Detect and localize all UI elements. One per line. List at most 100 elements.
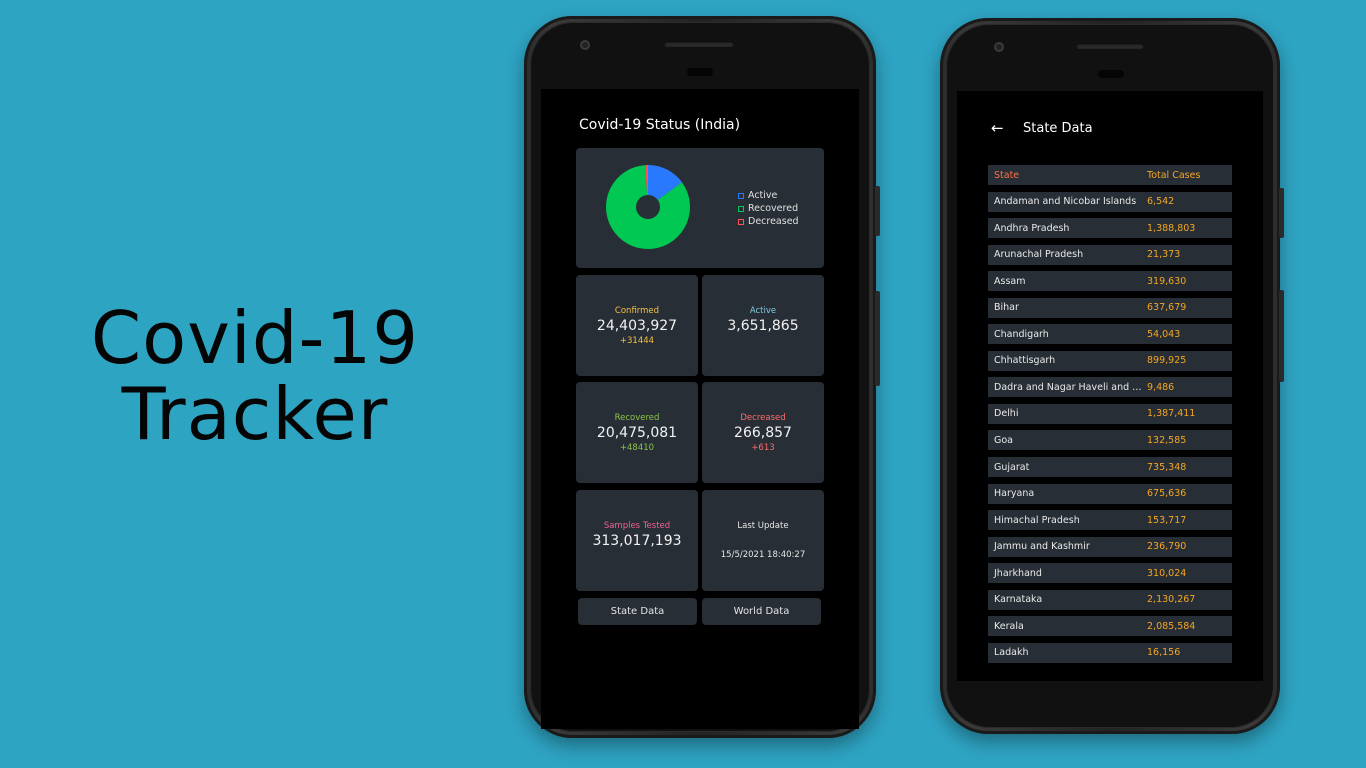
pie-chart-card: Active Recovered Decreased bbox=[576, 148, 824, 268]
table-row[interactable]: Arunachal Pradesh 21,373 bbox=[988, 244, 1232, 265]
total-cases-cell: 6,542 bbox=[1147, 196, 1175, 208]
last-update-value: 15/5/2021 18:40:27 bbox=[720, 550, 806, 560]
table-row[interactable]: Delhi 1,387,411 bbox=[988, 403, 1232, 424]
total-cases-cell: 153,717 bbox=[1147, 514, 1187, 526]
world-data-button[interactable]: World Data bbox=[702, 598, 821, 625]
state-name-cell: Jharkhand bbox=[994, 567, 1042, 579]
table-row[interactable]: Chandigarh 54,043 bbox=[988, 324, 1232, 345]
sensor-icon bbox=[1098, 70, 1124, 78]
total-cases-cell: 310,024 bbox=[1147, 567, 1187, 579]
active-value: 3,651,865 bbox=[727, 318, 799, 334]
front-camera-icon bbox=[580, 40, 590, 50]
main-screen: Covid-19 Status (India) Active Recovered… bbox=[541, 89, 859, 729]
total-cases-cell: 735,348 bbox=[1147, 461, 1187, 473]
total-cases-cell: 236,790 bbox=[1147, 541, 1187, 553]
table-row[interactable]: Haryana 675,636 bbox=[988, 483, 1232, 504]
legend-swatch-recovered bbox=[738, 205, 744, 212]
state-name-cell: Ladakh bbox=[994, 647, 1029, 659]
total-cases-cell: 1,388,803 bbox=[1147, 222, 1196, 234]
legend-label-active: Active bbox=[748, 190, 778, 201]
state-name-cell: Karnataka bbox=[994, 594, 1043, 606]
decreased-label: Decreased bbox=[740, 413, 786, 423]
samples-label: Samples Tested bbox=[603, 521, 671, 531]
power-button bbox=[1279, 290, 1284, 382]
total-cases-cell: 21,373 bbox=[1147, 249, 1181, 261]
legend-label-decreased: Decreased bbox=[748, 216, 799, 227]
table-row[interactable]: Assam 319,630 bbox=[988, 271, 1232, 292]
chart-legend: Active Recovered Decreased bbox=[738, 189, 799, 228]
state-name-cell: Assam bbox=[994, 275, 1026, 287]
confirmed-delta: +31444 bbox=[619, 336, 655, 346]
arrow-left-icon[interactable]: ← bbox=[991, 119, 1005, 137]
state-name-cell: Himachal Pradesh bbox=[994, 514, 1080, 526]
state-name-cell: Chhattisgarh bbox=[994, 355, 1056, 367]
samples-value: 313,017,193 bbox=[592, 533, 682, 549]
table-row[interactable]: Goa 132,585 bbox=[988, 430, 1232, 451]
decreased-card: Decreased 266,857 +613 bbox=[702, 382, 824, 483]
last-update-card: Last Update 15/5/2021 18:40:27 bbox=[702, 490, 824, 591]
state-name-cell: Andhra Pradesh bbox=[994, 222, 1070, 234]
state-name-cell: Goa bbox=[994, 434, 1013, 446]
state-name-cell: Arunachal Pradesh bbox=[994, 249, 1084, 261]
hero-line-2: Tracker bbox=[121, 372, 389, 456]
legend-item-recovered: Recovered bbox=[738, 202, 799, 215]
phone-main: Covid-19 Status (India) Active Recovered… bbox=[524, 16, 880, 738]
total-cases-cell: 675,636 bbox=[1147, 488, 1187, 500]
total-cases-cell: 54,043 bbox=[1147, 328, 1181, 340]
total-cases-cell: 637,679 bbox=[1147, 302, 1187, 314]
table-row[interactable]: Gujarat 735,348 bbox=[988, 457, 1232, 478]
confirmed-card: Confirmed 24,403,927 +31444 bbox=[576, 275, 698, 376]
table-row[interactable]: Andaman and Nicobar Islands 6,542 bbox=[988, 191, 1232, 212]
state-name-cell: Kerala bbox=[994, 620, 1024, 632]
volume-button bbox=[1279, 188, 1284, 238]
table-row[interactable]: Jammu and Kashmir 236,790 bbox=[988, 536, 1232, 557]
state-screen: ← State Data State Total Cases Andaman a… bbox=[957, 91, 1263, 681]
power-button bbox=[875, 291, 880, 386]
legend-swatch-decreased bbox=[738, 218, 744, 225]
decreased-value: 266,857 bbox=[734, 425, 792, 441]
total-cases-cell: 9,486 bbox=[1147, 381, 1175, 393]
total-cases-cell: 1,387,411 bbox=[1147, 408, 1196, 420]
state-name-cell: Chandigarh bbox=[994, 328, 1049, 340]
total-cases-cell: 16,156 bbox=[1147, 647, 1181, 659]
page-title: Covid-19 Status (India) bbox=[579, 117, 741, 133]
recovered-label: Recovered bbox=[614, 413, 660, 423]
total-cases-cell: 2,085,584 bbox=[1147, 620, 1196, 632]
active-card: Active 3,651,865 bbox=[702, 275, 824, 376]
column-header-state: State bbox=[994, 169, 1020, 181]
legend-swatch-active bbox=[738, 192, 744, 199]
front-camera-icon bbox=[994, 42, 1004, 52]
confirmed-value: 24,403,927 bbox=[596, 318, 678, 334]
state-name-cell: Bihar bbox=[994, 302, 1019, 314]
table-row[interactable]: Dadra and Nagar Haveli and Dama...9,486 bbox=[988, 377, 1232, 398]
total-cases-cell: 899,925 bbox=[1147, 355, 1187, 367]
table-row[interactable]: Kerala 2,085,584 bbox=[988, 616, 1232, 637]
speaker-grille bbox=[1076, 43, 1144, 49]
state-data-button[interactable]: State Data bbox=[578, 598, 697, 625]
pie-chart bbox=[606, 165, 690, 249]
legend-item-decreased: Decreased bbox=[738, 215, 799, 228]
recovered-delta: +48410 bbox=[619, 443, 655, 453]
table-header: State Total Cases bbox=[988, 165, 1232, 185]
state-name-cell: Dadra and Nagar Haveli and Dama... bbox=[994, 381, 1147, 393]
decreased-delta: +613 bbox=[751, 443, 775, 453]
table-row[interactable]: Andhra Pradesh 1,388,803 bbox=[988, 218, 1232, 239]
active-label: Active bbox=[749, 306, 777, 316]
table-row[interactable]: Ladakh 16,156 bbox=[988, 642, 1232, 663]
recovered-value: 20,475,081 bbox=[596, 425, 678, 441]
sensor-icon bbox=[687, 68, 713, 76]
app-bar: ← State Data bbox=[991, 119, 1093, 137]
state-name-cell: Andaman and Nicobar Islands bbox=[994, 196, 1137, 208]
table-row[interactable]: Karnataka 2,130,267 bbox=[988, 589, 1232, 610]
table-row[interactable]: Jharkhand 310,024 bbox=[988, 563, 1232, 584]
table-row[interactable]: Chhattisgarh 899,925 bbox=[988, 350, 1232, 371]
total-cases-cell: 132,585 bbox=[1147, 434, 1187, 446]
table-row[interactable]: Himachal Pradesh 153,717 bbox=[988, 510, 1232, 531]
last-update-label: Last Update bbox=[737, 521, 789, 531]
table-row[interactable]: Bihar 637,679 bbox=[988, 297, 1232, 318]
state-name-cell: Haryana bbox=[994, 488, 1035, 500]
state-name-cell: Jammu and Kashmir bbox=[994, 541, 1090, 553]
hero-line-1: Covid-19 bbox=[90, 296, 420, 380]
phone-state: ← State Data State Total Cases Andaman a… bbox=[940, 18, 1284, 734]
legend-label-recovered: Recovered bbox=[748, 203, 799, 214]
